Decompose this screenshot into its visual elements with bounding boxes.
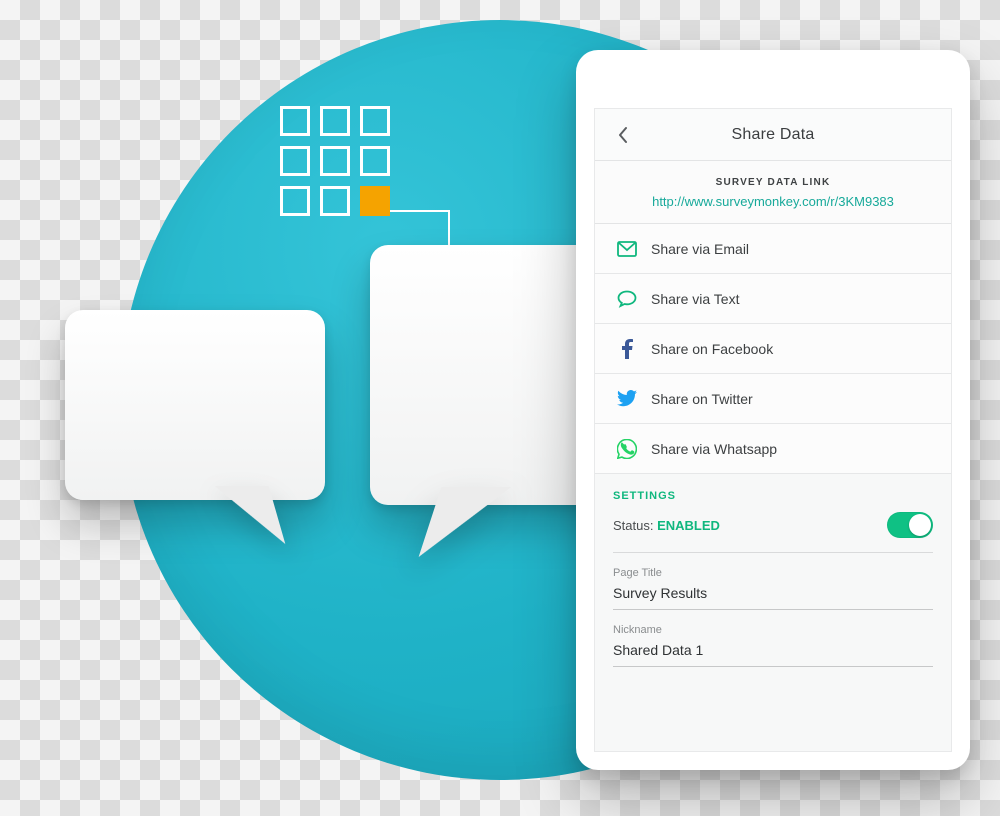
app-screen: Share Data SURVEY DATA LINK http://www.s… xyxy=(594,108,952,752)
share-option-label: Share on Facebook xyxy=(651,341,773,357)
toggle-knob xyxy=(909,514,931,536)
speech-bubble-small xyxy=(65,310,325,500)
grid-square xyxy=(360,146,390,176)
grid-square xyxy=(320,106,350,136)
phone-mockup: Share Data SURVEY DATA LINK http://www.s… xyxy=(576,50,970,770)
field-label: Page Title xyxy=(613,567,933,579)
facebook-icon xyxy=(613,339,641,359)
status-label: Status: ENABLED xyxy=(613,518,720,533)
status-row: Status: ENABLED xyxy=(613,512,933,553)
grid-square xyxy=(360,106,390,136)
share-on-twitter[interactable]: Share on Twitter xyxy=(595,374,951,424)
page-title-input[interactable]: Survey Results xyxy=(613,585,933,610)
page-title: Share Data xyxy=(732,126,815,144)
share-on-facebook[interactable]: Share on Facebook xyxy=(595,324,951,374)
chevron-left-icon xyxy=(617,126,629,144)
back-button[interactable] xyxy=(605,109,641,160)
settings-header: SETTINGS xyxy=(613,490,933,502)
page-title-field[interactable]: Page Title Survey Results xyxy=(613,553,933,610)
share-option-label: Share via Whatsapp xyxy=(651,441,777,457)
grid-square-highlighted xyxy=(360,186,390,216)
grid-square xyxy=(280,146,310,176)
settings-section: SETTINGS Status: ENABLED Page Title Surv… xyxy=(595,474,951,667)
nickname-input[interactable]: Shared Data 1 xyxy=(613,642,933,667)
share-option-label: Share via Text xyxy=(651,291,739,307)
share-via-text[interactable]: Share via Text xyxy=(595,274,951,324)
status-toggle[interactable] xyxy=(887,512,933,538)
grid-square xyxy=(320,146,350,176)
survey-link-url[interactable]: http://www.surveymonkey.com/r/3KM9383 xyxy=(613,194,933,209)
grid-square xyxy=(280,186,310,216)
share-via-whatsapp[interactable]: Share via Whatsapp xyxy=(595,424,951,474)
grid-nine-icon xyxy=(280,106,390,216)
field-label: Nickname xyxy=(613,624,933,636)
survey-link-caption: SURVEY DATA LINK xyxy=(613,177,933,188)
status-value: ENABLED xyxy=(657,518,720,533)
grid-square xyxy=(280,106,310,136)
email-icon xyxy=(613,241,641,257)
twitter-icon xyxy=(613,390,641,407)
nickname-field[interactable]: Nickname Shared Data 1 xyxy=(613,610,933,667)
grid-square xyxy=(320,186,350,216)
share-option-label: Share via Email xyxy=(651,241,749,257)
text-icon xyxy=(613,290,641,308)
survey-link-card: SURVEY DATA LINK http://www.surveymonkey… xyxy=(595,161,951,224)
share-options-list: Share via Email Share via Text Share on … xyxy=(595,224,951,474)
titlebar: Share Data xyxy=(595,109,951,161)
share-via-email[interactable]: Share via Email xyxy=(595,224,951,274)
share-option-label: Share on Twitter xyxy=(651,391,753,407)
whatsapp-icon xyxy=(613,439,641,459)
